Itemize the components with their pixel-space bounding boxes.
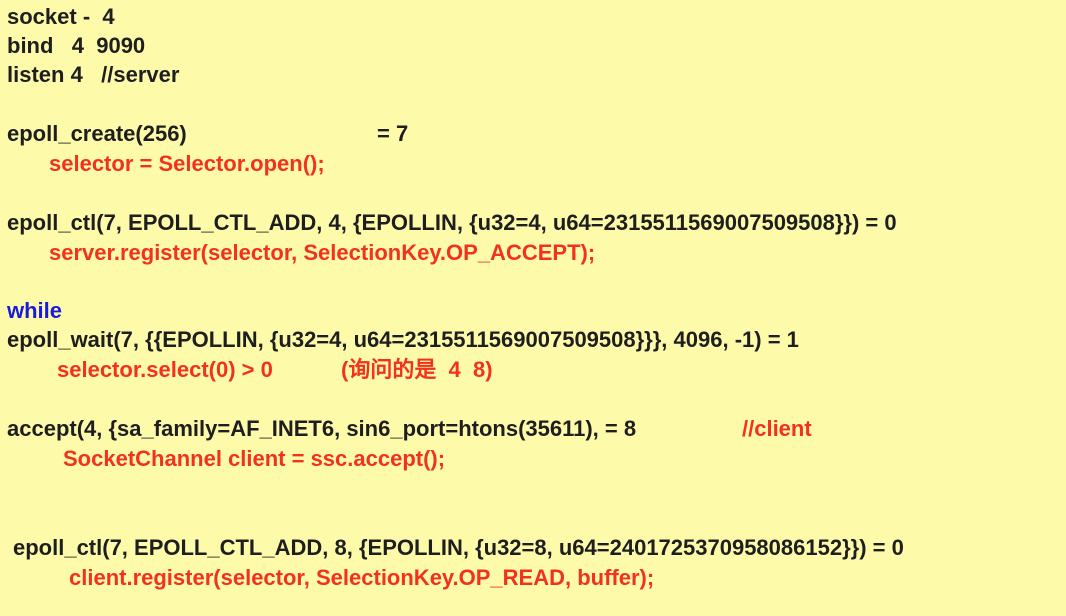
selector-select-note: (询问的是 4 8) <box>341 357 493 382</box>
slide-canvas: { "lines": { "socket": "socket - 4", "bi… <box>0 0 1066 616</box>
selector-open-line: selector = Selector.open(); <box>49 151 325 176</box>
while-keyword: while <box>7 298 63 323</box>
epoll-create-line: epoll_create(256) <box>7 121 187 146</box>
accept-line: accept(4, {sa_family=AF_INET6, sin6_port… <box>7 416 637 441</box>
bind-line: bind 4 9090 <box>7 33 146 58</box>
server-register-line: server.register(selector, SelectionKey.O… <box>49 240 596 265</box>
accept-comment: //client <box>742 416 812 441</box>
epoll-ctl-server-line: epoll_ctl(7, EPOLL_CTL_ADD, 4, {EPOLLIN,… <box>7 210 897 235</box>
epoll-create-result: = 7 <box>377 121 409 146</box>
selector-select-line: selector.select(0) > 0 <box>57 357 273 382</box>
listen-line: listen 4 //server <box>7 62 180 87</box>
epoll-ctl-client-line: epoll_ctl(7, EPOLL_CTL_ADD, 8, {EPOLLIN,… <box>13 535 904 560</box>
ssc-accept-line: SocketChannel client = ssc.accept(); <box>63 446 446 471</box>
client-register-line: client.register(selector, SelectionKey.O… <box>69 565 655 590</box>
socket-line: socket - 4 <box>7 4 115 29</box>
epoll-wait-line: epoll_wait(7, {{EPOLLIN, {u32=4, u64=231… <box>7 327 799 352</box>
